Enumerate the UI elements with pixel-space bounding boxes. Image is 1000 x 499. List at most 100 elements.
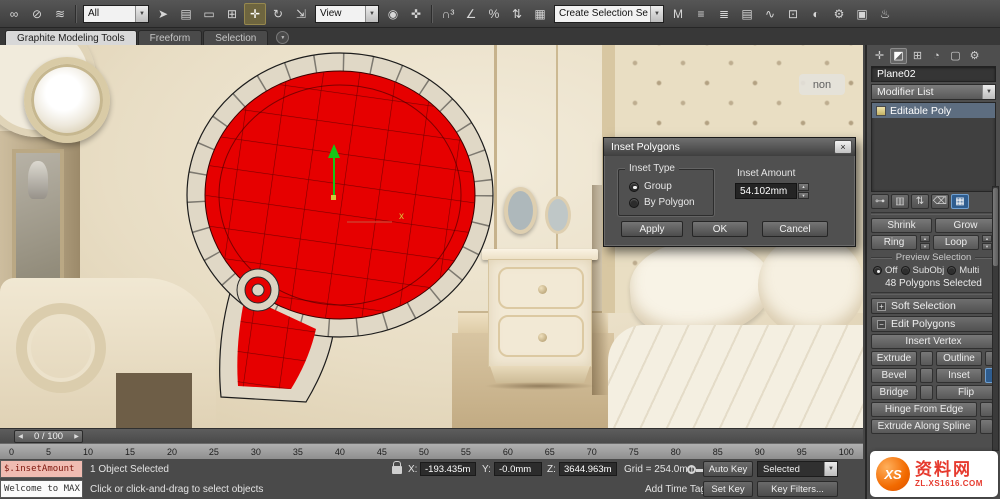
schematic-view-icon[interactable]: ⊡ [782,3,804,25]
extrude-button[interactable]: Extrude [871,351,917,366]
snaps-toggle-icon[interactable]: ∩³ [437,3,459,25]
use-center-icon[interactable]: ◉ [382,3,404,25]
bridge-settings-icon[interactable] [920,385,933,400]
key-filters-button[interactable]: Key Filters... [757,481,838,497]
material-editor-icon[interactable]: ◐ [805,3,827,25]
rendered-frame-window-icon[interactable]: ▣ [851,3,873,25]
motion-tab-icon[interactable]: ◔ [928,48,945,64]
spinner-down-icon[interactable]: ▼ [920,243,930,250]
percent-snap-icon[interactable]: % [483,3,505,25]
dropdown-arrow-icon[interactable]: ▼ [365,5,378,22]
select-by-name-icon[interactable]: ▤ [175,3,197,25]
radio-dot[interactable] [629,197,639,208]
spinner-down-icon[interactable]: ▼ [798,191,809,199]
hierarchy-tab-icon[interactable]: ⊞ [909,48,926,64]
time-slider-grip[interactable]: ◀ 0 / 100 ▶ [14,429,84,443]
select-and-manipulate-icon[interactable]: ✜ [405,3,427,25]
ribbon-tab[interactable]: Freeform [137,30,203,45]
preview-subobj-radio[interactable] [900,266,910,275]
key-selection-dropdown[interactable]: Selected ▼ [757,461,838,477]
soft-selection-rollout[interactable]: + Soft Selection [871,298,996,314]
transform-lock-icon[interactable] [392,461,402,474]
ok-button[interactable]: OK [692,221,748,237]
selection-filter-dropdown[interactable]: All ▼ [83,4,149,23]
modifier-list-dropdown[interactable]: Modifier List ▼ [871,84,996,100]
z-coord-field[interactable]: 3644.963m [559,462,617,476]
extrude-along-spline-button[interactable]: Extrude Along Spline [871,419,977,434]
modify-tab-icon[interactable]: ◩ [890,47,907,64]
dialog-titlebar[interactable]: Inset Polygons × [604,138,855,156]
extrude-settings-icon[interactable] [920,351,933,366]
cancel-button[interactable]: Cancel [762,221,828,237]
set-key-toggle-icon[interactable] [687,465,704,474]
inset-amount-field[interactable]: 54.102mm [735,183,797,199]
radio-group[interactable]: Group [629,181,672,192]
hinge-from-edge-button[interactable]: Hinge From Edge [871,402,977,417]
ring-button[interactable]: Ring [871,235,917,250]
set-key-button[interactable]: Set Key [703,481,753,497]
dropdown-arrow-icon[interactable]: ▼ [135,5,148,22]
angle-snap-icon[interactable]: ∠ [460,3,482,25]
expand-icon[interactable]: + [877,301,886,311]
select-and-rotate-icon[interactable]: ↻ [267,3,289,25]
bridge-button[interactable]: Bridge [871,385,917,400]
dropdown-arrow-icon[interactable]: ▼ [650,5,663,22]
close-icon[interactable]: × [834,140,852,154]
configure-modifier-sets-icon[interactable]: ▦ [951,194,969,209]
window-crossing-icon[interactable]: ⊞ [221,3,243,25]
render-setup-icon[interactable]: ⚙ [828,3,850,25]
editable-poly-object[interactable] [186,52,494,403]
stack-item-editable-poly[interactable]: Editable Poly [872,103,995,118]
mirror-icon[interactable]: M [667,3,689,25]
pin-stack-icon[interactable]: ⊶ [871,194,889,209]
unlink-selection-icon[interactable]: ⊘ [26,3,48,25]
x-coord-field[interactable]: -193.435m [420,462,476,476]
next-frame-icon[interactable]: ▶ [71,433,82,440]
maxscript-listener-output[interactable]: Welcome to MAX [0,480,83,498]
bevel-settings-icon[interactable] [920,368,933,383]
select-and-scale-icon[interactable]: ⇲ [290,3,312,25]
loop-button[interactable]: Loop [933,235,979,250]
shrink-button[interactable]: Shrink [871,218,932,233]
ribbon-tab[interactable]: Graphite Modeling Tools [5,30,137,45]
remove-modifier-icon[interactable]: ⌫ [931,194,949,209]
dropdown-arrow-icon[interactable]: ▼ [982,85,995,99]
spinner-up-icon[interactable]: ▲ [982,235,992,242]
utilities-tab-icon[interactable]: ⚙ [966,48,983,64]
insert-vertex-button[interactable]: Insert Vertex [871,334,996,349]
outline-button[interactable]: Outline [936,351,982,366]
layer-manager-icon[interactable]: ≣ [713,3,735,25]
edit-polygons-rollout[interactable]: − Edit Polygons [871,316,996,332]
ribbon-toggle-icon[interactable]: ▤ [736,3,758,25]
align-icon[interactable]: ≡ [690,3,712,25]
track-bar[interactable]: 0 5 10 15 20 25 30 35 40 45 50 55 60 65 70 75 80 85 90 95 10… [0,443,863,459]
dropdown-arrow-icon[interactable]: ▼ [824,462,837,476]
radio-dot[interactable] [629,181,639,192]
select-object-icon[interactable]: ➤ [152,3,174,25]
panel-scrollbar[interactable] [992,186,999,451]
spinner-up-icon[interactable]: ▲ [798,183,809,191]
render-production-icon[interactable]: ♨ [874,3,896,25]
inset-button[interactable]: Inset [936,368,982,383]
show-end-result-icon[interactable]: ▥ [891,194,909,209]
time-slider[interactable]: ◀ 0 / 100 ▶ [0,428,863,443]
y-coord-field[interactable]: -0.0mm [494,462,542,476]
select-and-move-icon[interactable]: ✛ [244,2,266,25]
object-name-field[interactable]: Plane02 [871,66,996,82]
flip-button[interactable]: Flip [936,385,996,400]
preview-off-radio[interactable] [873,266,882,275]
select-and-link-icon[interactable]: ∞ [3,3,25,25]
reference-coordinate-dropdown[interactable]: View ▼ [315,4,379,23]
preview-multi-radio[interactable] [947,266,957,275]
prev-frame-icon[interactable]: ◀ [15,433,26,440]
apply-button[interactable]: Apply [621,221,683,237]
edit-named-selection-sets-icon[interactable]: ▦ [529,3,551,25]
rectangular-selection-region-icon[interactable]: ▭ [198,3,220,25]
display-tab-icon[interactable]: ▢ [947,48,964,64]
maxscript-mini-listener[interactable]: $.insetAmount : [0,460,83,478]
create-tab-icon[interactable]: ✛ [871,48,888,64]
bind-to-spacewarp-icon[interactable]: ≋ [49,3,71,25]
radio-by-polygon[interactable]: By Polygon [629,197,695,208]
auto-key-button[interactable]: Auto Key [703,461,753,477]
curve-editor-icon[interactable]: ∿ [759,3,781,25]
